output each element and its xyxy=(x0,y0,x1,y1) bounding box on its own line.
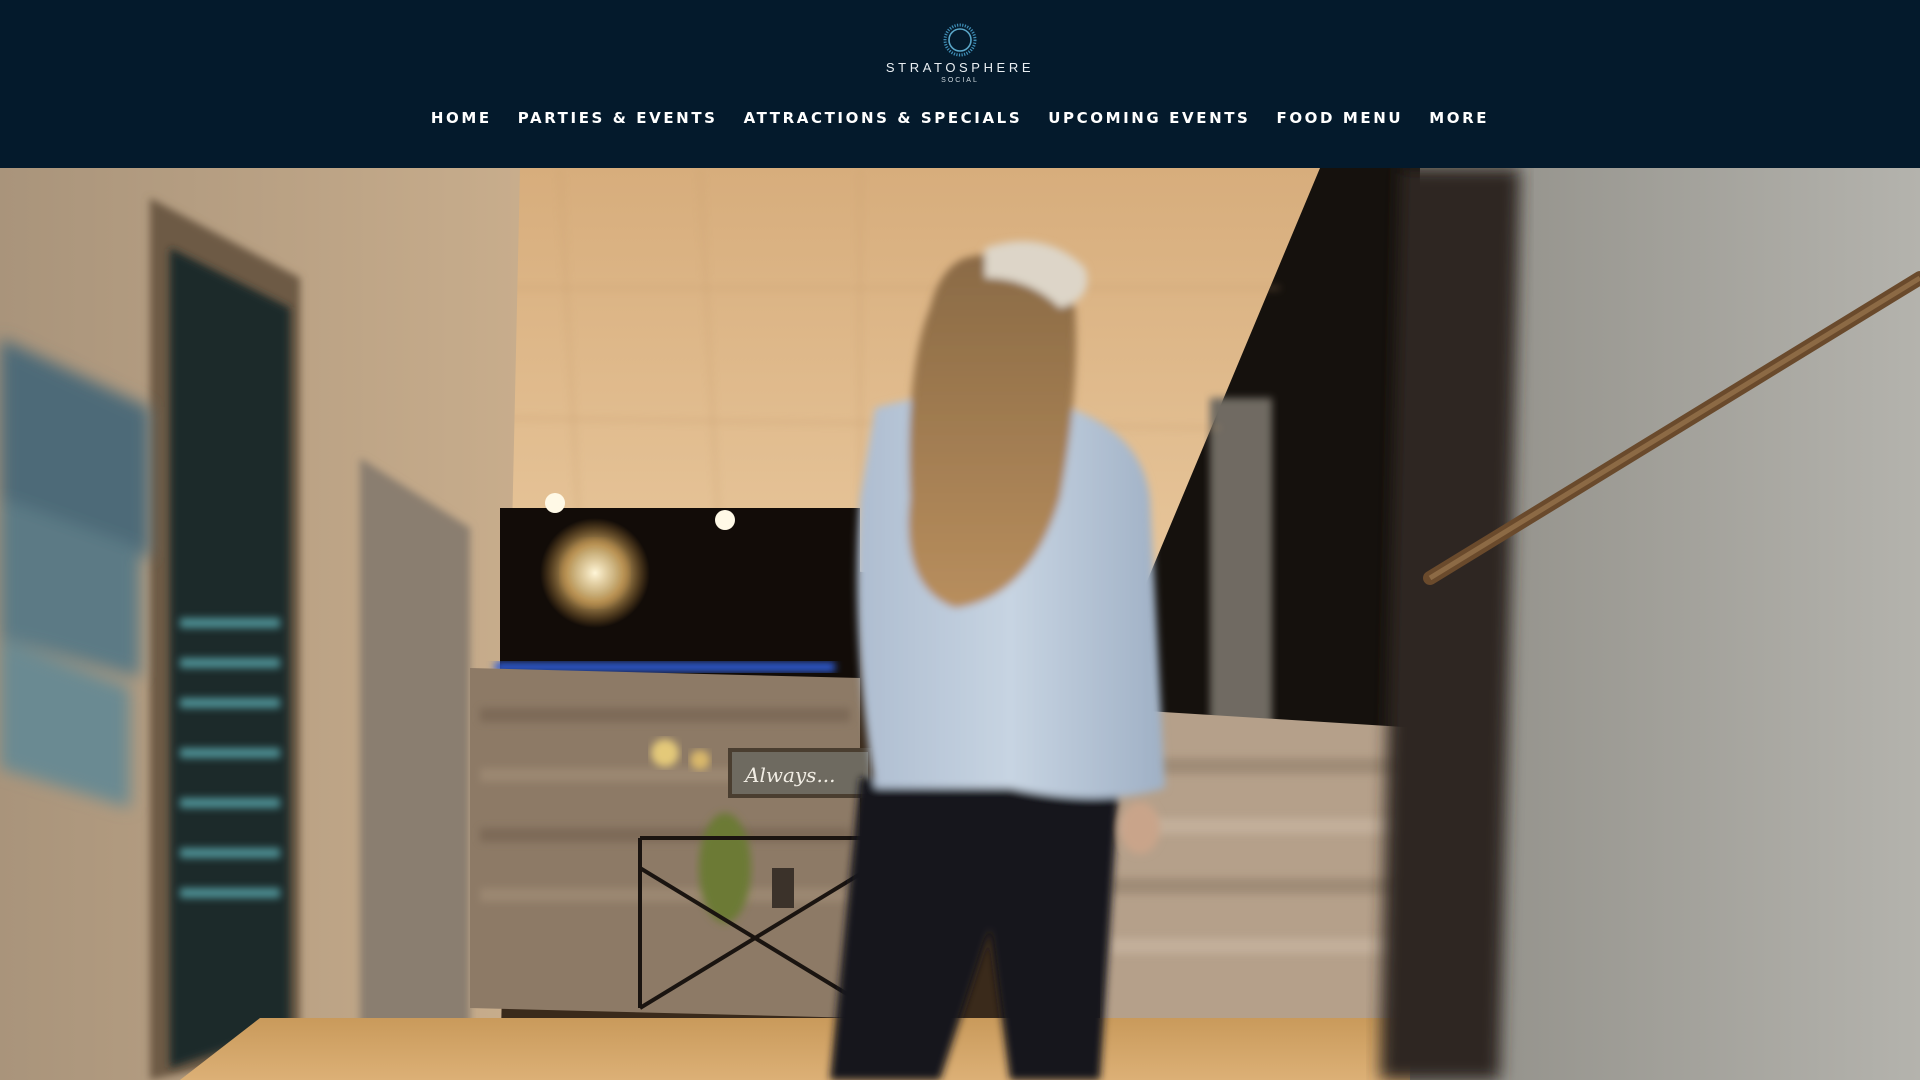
nav-item-upcoming-events[interactable]: Upcoming Events xyxy=(1035,106,1263,130)
nav-item-parties-events[interactable]: Parties & Events xyxy=(505,106,731,130)
main-nav: Home Parties & Events Attractions & Spec… xyxy=(0,106,1920,130)
nav-item-attractions-specials[interactable]: Attractions & Specials xyxy=(731,106,1036,130)
site-header: STRATOSPHERE SOCIAL Home Parties & Event… xyxy=(0,0,1920,168)
nav-item-food-menu[interactable]: Food Menu xyxy=(1263,106,1416,130)
logo-sphere-icon xyxy=(943,23,977,57)
logo-wordmark: STRATOSPHERE xyxy=(885,60,1035,75)
hero-video[interactable]: Always... xyxy=(0,168,1920,1080)
hero-video-frame: Always... xyxy=(0,168,1920,1080)
hero-counter-sign: Always... xyxy=(743,763,836,787)
nav-item-more[interactable]: More xyxy=(1416,106,1502,130)
nav-item-home[interactable]: Home xyxy=(418,106,505,130)
site-logo[interactable]: STRATOSPHERE SOCIAL xyxy=(885,22,1035,86)
logo-tagline: SOCIAL xyxy=(941,77,979,84)
